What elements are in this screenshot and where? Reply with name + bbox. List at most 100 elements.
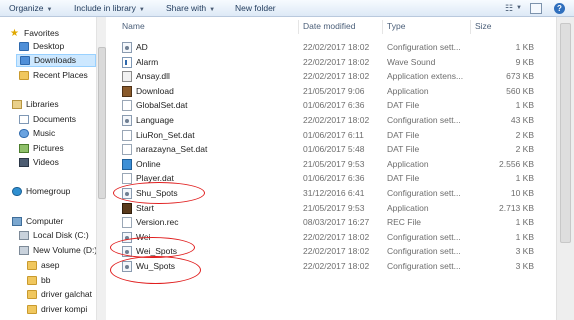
- file-type: Wave Sound: [387, 56, 436, 67]
- nav-videos[interactable]: Videos: [19, 156, 59, 169]
- file-row[interactable]: AD 22/02/2017 18:02 Configuration sett... 1…: [114, 40, 538, 55]
- nav-label: Music: [33, 128, 56, 138]
- nav-recent-places[interactable]: Recent Places: [19, 69, 88, 82]
- scrollbar-thumb[interactable]: [560, 23, 571, 243]
- file-size: 1 KB: [515, 217, 534, 228]
- nav-local-disk[interactable]: Local Disk (C:): [19, 229, 89, 242]
- column-divider[interactable]: [382, 20, 383, 34]
- nav-folder[interactable]: driver kompi: [27, 303, 87, 316]
- start-file-icon: [122, 202, 132, 214]
- column-header-type[interactable]: Type: [387, 17, 405, 36]
- file-name: narazayna_Set.dat: [136, 144, 208, 155]
- file-type: Configuration sett...: [387, 261, 461, 271]
- preview-pane-icon[interactable]: [530, 3, 542, 14]
- file-row[interactable]: Start 21/05/2017 9:53 Application 2.713 KB: [114, 201, 538, 216]
- organize-button[interactable]: Organize ▼: [9, 3, 52, 14]
- chevron-down-icon: ▼: [138, 7, 145, 13]
- file-row[interactable]: Download 21/05/2017 9:06 Application 560 KB: [114, 84, 538, 99]
- column-header-name[interactable]: Name: [122, 17, 145, 36]
- scrollbar-thumb[interactable]: [98, 47, 106, 199]
- nav-homegroup[interactable]: Homegroup: [12, 185, 70, 198]
- nav-label: New Volume (D:): [33, 245, 96, 255]
- help-icon[interactable]: ?: [554, 3, 565, 14]
- view-options-icon[interactable]: ☷: [505, 2, 513, 15]
- nav-new-volume[interactable]: New Volume (D:): [19, 244, 96, 257]
- config-file-icon: [122, 261, 132, 272]
- documents-icon: [19, 115, 29, 125]
- nav-computer[interactable]: Computer: [12, 215, 63, 228]
- file-row[interactable]: Version.rec 08/03/2017 16:27 REC File 1 KB: [114, 215, 538, 230]
- file-row[interactable]: Online 21/05/2017 9:53 Application 2.556 KB: [114, 157, 538, 172]
- library-icon: [12, 100, 22, 110]
- file-size: 43 KB: [510, 115, 534, 125]
- folder-icon: [27, 276, 37, 286]
- column-header-size[interactable]: Size: [475, 17, 492, 36]
- nav-libraries[interactable]: Libraries: [12, 98, 59, 111]
- column-divider[interactable]: [470, 20, 471, 34]
- nav-label: Pictures: [33, 143, 64, 153]
- file-row[interactable]: Wu_Spots 22/02/2017 18:02 Configuration se…: [114, 259, 538, 274]
- file-date-modified: 31/12/2016 6:41: [303, 188, 365, 198]
- app-file-icon: [122, 85, 132, 97]
- file-row[interactable]: Player.dat 01/06/2017 6:36 DAT File 1 KB: [114, 171, 538, 186]
- file-date-modified: 08/03/2017 16:27: [303, 217, 370, 228]
- file-row[interactable]: LiuRon_Set.dat 01/06/2017 6:11 DAT File 2 K…: [114, 128, 538, 143]
- file-date-modified: 21/05/2017 9:53: [303, 202, 365, 213]
- file-name: Player.dat: [136, 173, 174, 184]
- file-row[interactable]: Shu_Spots 31/12/2016 6:41 Configuration se…: [114, 186, 538, 201]
- music-icon: [19, 129, 29, 139]
- desktop-icon: [19, 42, 29, 52]
- file-name: Language: [136, 115, 174, 125]
- file-date-modified: 22/02/2017 18:02: [303, 261, 370, 271]
- dat-file-icon: [122, 129, 132, 141]
- include-in-library-button[interactable]: Include in library ▼: [74, 3, 145, 14]
- nav-folder[interactable]: bb: [27, 274, 50, 287]
- nav-favorites[interactable]: ★ Favorites: [10, 27, 59, 40]
- include-in-library-label: Include in library: [74, 3, 136, 13]
- file-row[interactable]: Language 22/02/2017 18:02 Configuration se…: [114, 113, 538, 128]
- folder-icon: [27, 290, 37, 300]
- nav-label: Videos: [33, 157, 59, 167]
- nav-downloads[interactable]: Downloads: [16, 54, 96, 67]
- file-date-modified: 22/02/2017 18:02: [303, 56, 370, 67]
- file-row[interactable]: Wei 22/02/2017 18:02 Configuration sett...…: [114, 230, 538, 245]
- file-row[interactable]: Wei_Spots 22/02/2017 18:02 Configuration s…: [114, 244, 538, 259]
- share-with-button[interactable]: Share with ▼: [166, 3, 215, 14]
- column-divider[interactable]: [298, 20, 299, 34]
- nav-pictures[interactable]: Pictures: [19, 142, 64, 155]
- chevron-down-icon[interactable]: ▼: [516, 2, 522, 15]
- file-row[interactable]: Ansay.dll 22/02/2017 18:02 Application ext…: [114, 69, 538, 84]
- chevron-down-icon: ▼: [209, 7, 216, 13]
- folder-icon: [27, 261, 37, 271]
- nav-folder[interactable]: driver galchat: [27, 288, 92, 301]
- file-type: Configuration sett...: [387, 115, 461, 125]
- nav-music[interactable]: Music: [19, 127, 55, 140]
- file-size: 1 KB: [515, 173, 534, 184]
- file-size: 10 KB: [510, 188, 534, 198]
- computer-icon: [12, 217, 22, 227]
- videos-icon: [19, 158, 29, 168]
- file-name: Version.rec: [136, 217, 179, 228]
- file-row[interactable]: Alarm 22/02/2017 18:02 Wave Sound 9 KB: [114, 55, 538, 70]
- drive-icon: [19, 246, 29, 256]
- file-size: 2 KB: [515, 129, 534, 140]
- nav-label: Libraries: [26, 99, 59, 109]
- file-list-scrollbar[interactable]: [556, 17, 574, 320]
- new-folder-button[interactable]: New folder: [235, 3, 276, 14]
- nav-documents[interactable]: Documents: [19, 113, 76, 126]
- file-date-modified: 01/06/2017 5:48: [303, 144, 365, 155]
- nav-desktop[interactable]: Desktop: [19, 40, 64, 53]
- file-size: 3 KB: [515, 261, 534, 271]
- dat-file-icon: [122, 100, 132, 112]
- file-name: GlobalSet.dat: [136, 100, 188, 111]
- column-header-date-modified[interactable]: Date modified: [303, 17, 355, 36]
- nav-folder[interactable]: asep: [27, 259, 59, 272]
- file-type: Application: [387, 158, 429, 169]
- file-date-modified: 01/06/2017 6:11: [303, 129, 364, 140]
- file-size: 2 KB: [515, 144, 534, 155]
- navigation-scrollbar[interactable]: [96, 17, 106, 320]
- config-file-icon: [122, 231, 132, 243]
- nav-label: driver kompi: [41, 304, 88, 314]
- file-row[interactable]: narazayna_Set.dat 01/06/2017 5:48 DAT File…: [114, 142, 538, 157]
- file-row[interactable]: GlobalSet.dat 01/06/2017 6:36 DAT File 1 KB: [114, 98, 538, 113]
